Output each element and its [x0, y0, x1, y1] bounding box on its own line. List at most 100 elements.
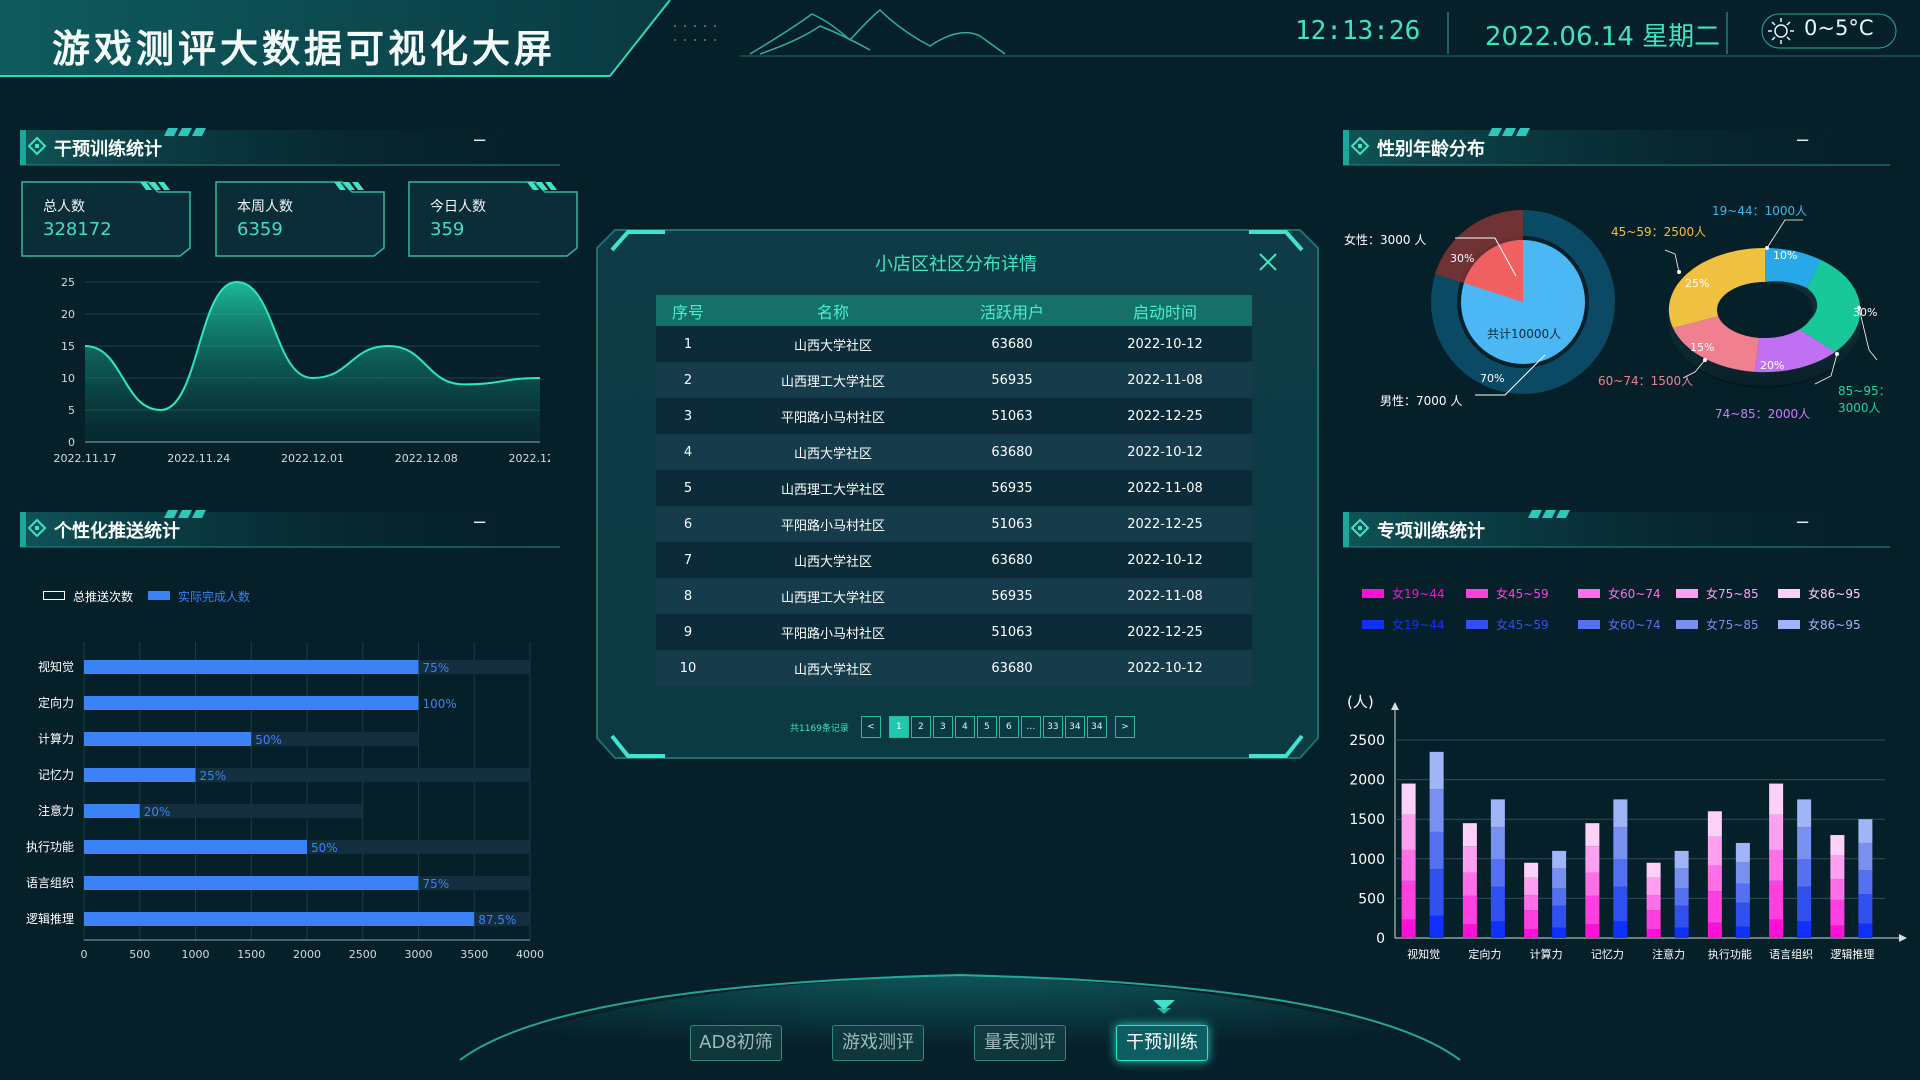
table-row[interactable]: 6 平阳路小马村社区 51063 2022-12-25	[656, 506, 1252, 542]
page-button[interactable]: 33	[1042, 716, 1063, 738]
stack-segment	[1552, 905, 1567, 928]
weather-display: 0~5°C	[1804, 16, 1874, 40]
nav-button-2[interactable]: 游戏测评	[832, 1025, 924, 1061]
intervention-collapse-button[interactable]: −	[472, 130, 487, 151]
stack-segment	[1462, 872, 1477, 896]
col-active[interactable]: 活跃用户	[946, 295, 1078, 326]
stack-segment	[1735, 883, 1750, 903]
bar-completed	[84, 840, 307, 854]
category-label: 注意力	[1652, 947, 1685, 961]
age-74-85-label: 74~85：2000人	[1715, 407, 1811, 421]
legend-label: 女45~59	[1496, 587, 1549, 601]
category-label: 记忆力	[38, 768, 74, 782]
legend-label: 女19~44	[1392, 618, 1445, 632]
stack-segment	[1674, 868, 1689, 889]
col-start[interactable]: 启动时间	[1078, 295, 1252, 326]
bar-pct-label: 50%	[255, 733, 282, 747]
table-row[interactable]: 3 平阳路小马村社区 51063 2022-12-25	[656, 398, 1252, 434]
legend-swatch	[1578, 620, 1600, 629]
nav-button-3[interactable]: 量表测评	[974, 1025, 1066, 1061]
stack-segment	[1646, 895, 1661, 911]
cell-active: 56935	[946, 470, 1078, 506]
stack-segment	[1429, 789, 1444, 832]
male-pct: 70%	[1480, 372, 1505, 385]
page-button[interactable]: …	[1020, 716, 1041, 738]
stat-total-value: 328172	[43, 219, 112, 240]
page-button[interactable]: 6	[998, 716, 1019, 738]
stack-segment	[1401, 814, 1416, 850]
table-row[interactable]: 9 平阳路小马村社区 51063 2022-12-25	[656, 614, 1252, 650]
stack-segment	[1735, 842, 1750, 862]
page-button[interactable]: 1	[888, 716, 909, 738]
bar-completed	[84, 696, 419, 710]
cell-start: 2022-11-08	[1078, 362, 1252, 398]
cell-active: 56935	[946, 362, 1078, 398]
legend-label: 女75~85	[1706, 587, 1759, 601]
col-name[interactable]: 名称	[720, 295, 946, 326]
next-page-button[interactable]: >	[1114, 716, 1135, 738]
cell-start: 2022-10-12	[1078, 434, 1252, 470]
table-row[interactable]: 7 山西大学社区 63680 2022-10-12	[656, 542, 1252, 578]
page-button[interactable]: 34	[1064, 716, 1085, 738]
table-row[interactable]: 1 山西大学社区 63680 2022-10-12	[656, 326, 1252, 362]
page-button[interactable]: 34	[1086, 716, 1107, 738]
close-icon[interactable]	[1252, 246, 1284, 278]
stack-segment	[1674, 927, 1689, 938]
push-collapse-button[interactable]: −	[472, 512, 487, 533]
stack-segment	[1552, 888, 1567, 906]
stack-segment	[1585, 846, 1600, 873]
legend-swatch	[1466, 589, 1488, 598]
clock-display: 12:13:26	[1295, 16, 1421, 46]
stack-segment	[1552, 868, 1567, 889]
bar-pct-label: 25%	[200, 769, 227, 783]
cell-active: 56935	[946, 578, 1078, 614]
stack-segment	[1462, 895, 1477, 925]
gender-title: 性别年龄分布	[1377, 139, 1485, 160]
push-bar-chart: 0 500 1000 1500 2000 2500 3000 3500 4000 视知觉 75% 定向…	[26, 642, 544, 961]
cell-index: 8	[656, 578, 720, 614]
x-tick-label: 3000	[405, 948, 433, 961]
category-label: 逻辑推理	[1830, 947, 1874, 961]
stack-segment	[1401, 783, 1416, 815]
table-row[interactable]: 10 山西大学社区 63680 2022-10-12	[656, 650, 1252, 686]
stack-segment	[1707, 891, 1722, 923]
nav-button-1[interactable]: AD8初筛	[690, 1025, 782, 1061]
y-tick-label: 500	[1358, 891, 1385, 907]
special-collapse-button[interactable]: −	[1795, 512, 1810, 533]
pagination-total: 共1169条记录	[790, 723, 849, 734]
stack-segment	[1613, 921, 1628, 938]
stack-segment	[1858, 819, 1873, 843]
table-row[interactable]: 2 山西理工大学社区 56935 2022-11-08	[656, 362, 1252, 398]
stack-segment	[1401, 919, 1416, 938]
cell-active: 63680	[946, 326, 1078, 362]
page-button[interactable]: 3	[932, 716, 953, 738]
x-tick-label: 2000	[293, 948, 321, 961]
cell-name: 山西大学社区	[720, 542, 946, 578]
cell-index: 2	[656, 362, 720, 398]
female-pct: 30%	[1450, 252, 1475, 265]
cell-name: 平阳路小马村社区	[720, 506, 946, 542]
prev-page-button[interactable]: <	[860, 716, 881, 738]
bar-pct-label: 75%	[423, 661, 450, 675]
col-index[interactable]: 序号	[656, 295, 720, 326]
table-row[interactable]: 8 山西理工大学社区 56935 2022-11-08	[656, 578, 1252, 614]
cell-start: 2022-12-25	[1078, 614, 1252, 650]
cell-name: 山西理工大学社区	[720, 362, 946, 398]
page-button[interactable]: 4	[954, 716, 975, 738]
bar-pct-label: 75%	[423, 877, 450, 891]
stat-today-value: 359	[430, 219, 465, 240]
category-label: 记忆力	[1591, 948, 1624, 961]
page-button[interactable]: 2	[910, 716, 931, 738]
x-tick-label: 2022.12.15	[509, 452, 550, 465]
nav-button-4[interactable]: 干预训练	[1116, 1025, 1208, 1061]
category-label: 计算力	[38, 731, 74, 746]
legend-label: 女60~74	[1608, 618, 1661, 632]
table-row[interactable]: 4 山西大学社区 63680 2022-10-12	[656, 434, 1252, 470]
gender-collapse-button[interactable]: −	[1795, 130, 1810, 151]
page-button[interactable]: 5	[976, 716, 997, 738]
cell-name: 山西大学社区	[720, 434, 946, 470]
legend-label: 女19~44	[1392, 587, 1445, 601]
table-row[interactable]: 5 山西理工大学社区 56935 2022-11-08	[656, 470, 1252, 506]
category-label: 注意力	[38, 803, 74, 818]
stack-segment	[1552, 850, 1567, 869]
